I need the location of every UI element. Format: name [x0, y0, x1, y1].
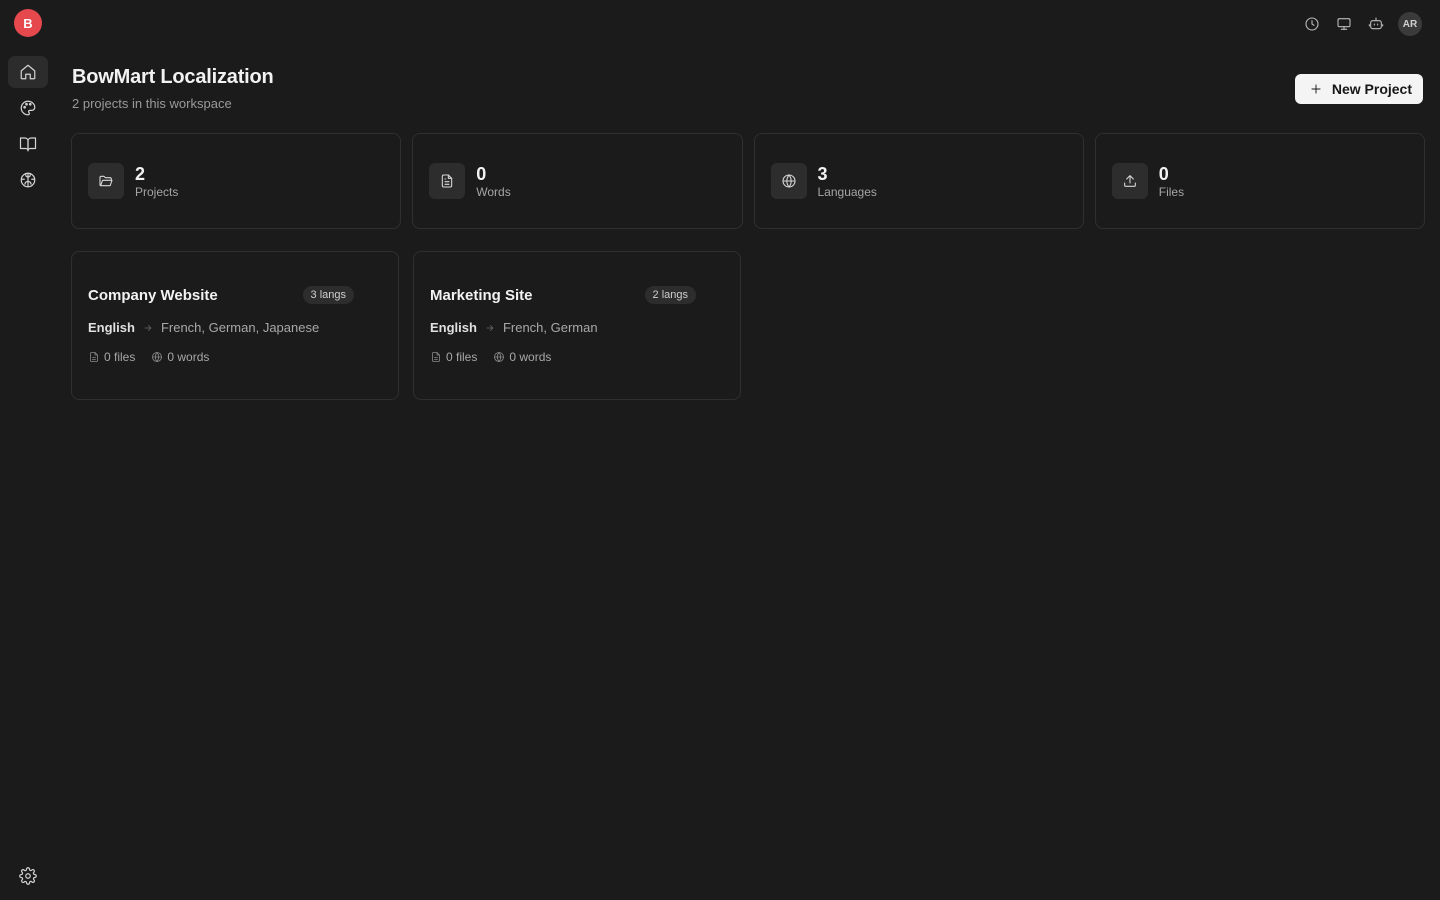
sidebar-item-palette[interactable] — [8, 92, 48, 124]
sidebar-item-brain[interactable] — [8, 164, 48, 196]
globe-icon — [493, 351, 505, 363]
globe-icon — [770, 163, 807, 199]
stat-value: 0 — [476, 163, 487, 184]
file-icon — [430, 351, 442, 363]
stat-card-languages: 3 Languages — [753, 133, 1084, 229]
project-list: Company Website 3 langs English French, … — [71, 251, 741, 400]
display-button[interactable] — [1334, 12, 1354, 36]
top-actions: AR — [1302, 12, 1422, 36]
assistant-button[interactable] — [1366, 12, 1386, 36]
target-languages: French, German — [502, 320, 598, 335]
sidebar-item-settings[interactable] — [8, 860, 48, 892]
upload-icon — [1111, 163, 1148, 199]
gear-icon — [19, 867, 37, 885]
history-button[interactable] — [1302, 12, 1322, 36]
stat-card-files: 0 Files — [1094, 133, 1425, 229]
language-count-badge: 3 langs — [302, 286, 354, 304]
palette-icon — [19, 99, 37, 117]
stat-label: Files — [1158, 184, 1185, 199]
file-text-icon — [429, 163, 466, 199]
stat-value: 3 — [817, 163, 828, 184]
sidebar-item-home[interactable] — [8, 56, 48, 88]
new-project-label: New Project — [1331, 81, 1412, 97]
stat-label: Words — [476, 184, 511, 199]
stat-value: 0 — [1158, 163, 1169, 184]
brain-icon — [19, 171, 37, 189]
stat-value: 2 — [135, 163, 146, 184]
stat-card-words: 0 Words — [412, 133, 743, 229]
word-count: 0 words — [167, 350, 210, 364]
sidebar-item-glossary[interactable] — [8, 128, 48, 160]
source-language: English — [430, 320, 477, 335]
folder-open-icon — [88, 163, 124, 199]
bot-icon — [1368, 16, 1384, 32]
stat-label: Languages — [817, 184, 877, 199]
file-count: 0 files — [446, 350, 478, 364]
clock-icon — [1304, 16, 1320, 32]
stats-row: 2 Projects 0 Words 3 Languages 0 Files — [71, 133, 1425, 229]
file-count: 0 files — [104, 350, 136, 364]
workspace-logo[interactable]: B — [14, 9, 42, 37]
source-language: English — [88, 320, 135, 335]
language-count-badge: 2 langs — [644, 286, 696, 304]
project-name: Marketing Site — [430, 286, 533, 304]
stat-label: Projects — [135, 184, 179, 199]
user-avatar[interactable]: AR — [1398, 12, 1422, 36]
target-languages: French, German, Japanese — [160, 320, 320, 335]
project-card-company-website[interactable]: Company Website 3 langs English French, … — [71, 251, 399, 400]
stat-card-projects: 2 Projects — [71, 133, 402, 229]
monitor-icon — [1336, 16, 1352, 32]
plus-icon — [1309, 82, 1323, 96]
file-icon — [88, 351, 100, 363]
page-subtitle: 2 projects in this workspace — [72, 96, 232, 111]
globe-icon — [151, 351, 163, 363]
arrow-right-icon — [485, 323, 495, 333]
project-name: Company Website — [88, 286, 218, 304]
arrow-right-icon — [143, 323, 153, 333]
home-icon — [19, 63, 37, 81]
sidebar: B — [0, 0, 56, 900]
page-title: BowMart Localization — [72, 66, 274, 88]
book-open-icon — [19, 135, 37, 153]
new-project-button[interactable]: New Project — [1294, 74, 1423, 104]
word-count: 0 words — [509, 350, 552, 364]
project-card-marketing-site[interactable]: Marketing Site 2 langs English French, G… — [413, 251, 741, 400]
